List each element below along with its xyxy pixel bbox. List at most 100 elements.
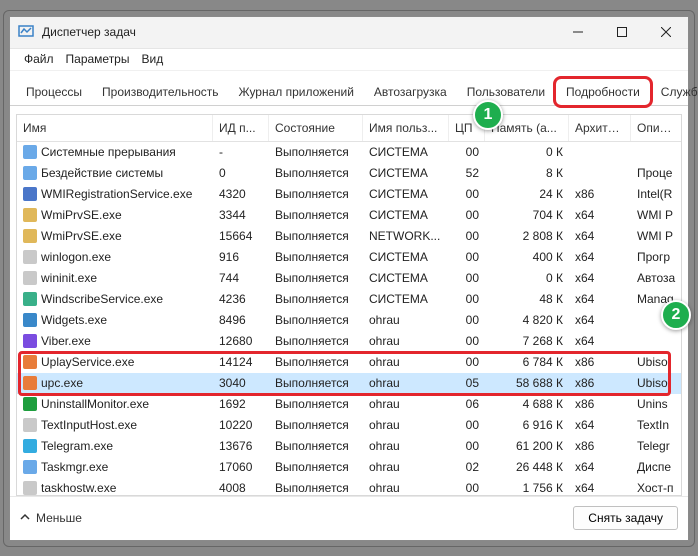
- process-icon: [23, 355, 37, 369]
- close-button[interactable]: [644, 16, 688, 48]
- cell-pid: 3344: [213, 208, 269, 222]
- table-row[interactable]: TextInputHost.exe10220Выполняетсяohrau00…: [17, 415, 681, 436]
- menu-options[interactable]: Параметры: [60, 52, 136, 66]
- menu-file[interactable]: Файл: [18, 52, 60, 66]
- cell-desc: Хост-п: [631, 481, 681, 495]
- cell-desc: Ubiso: [631, 355, 681, 369]
- cell-desc: WMI P: [631, 208, 681, 222]
- menubar: Файл Параметры Вид: [10, 49, 688, 71]
- table-row[interactable]: WindscribeService.exe4236ВыполняетсяСИСТ…: [17, 289, 681, 310]
- process-icon: [23, 376, 37, 390]
- table-row[interactable]: Taskmgr.exe17060Выполняетсяohrau0226 448…: [17, 457, 681, 478]
- cell-mem: 2 808 К: [485, 229, 569, 243]
- cell-mem: 4 688 К: [485, 397, 569, 411]
- process-icon: [23, 418, 37, 432]
- cell-pid: 0: [213, 166, 269, 180]
- process-icon: [23, 334, 37, 348]
- minimize-button[interactable]: [556, 16, 600, 48]
- tabs: Процессы Производительность Журнал прило…: [10, 71, 688, 106]
- table-row[interactable]: WmiPrvSE.exe3344ВыполняетсяСИСТЕМА00704 …: [17, 205, 681, 226]
- cell-arch: x64: [569, 229, 631, 243]
- fewer-details-button[interactable]: Меньше: [20, 511, 82, 525]
- annotation-badge-1: 1: [473, 100, 503, 130]
- tab-startup[interactable]: Автозагрузка: [364, 79, 457, 105]
- cell-arch: x86: [569, 355, 631, 369]
- cell-mem: 26 448 К: [485, 460, 569, 474]
- cell-pid: 1692: [213, 397, 269, 411]
- tab-services[interactable]: Службы: [651, 79, 698, 105]
- col-desc[interactable]: Описа...: [631, 115, 681, 141]
- tab-apphistory[interactable]: Журнал приложений: [229, 79, 364, 105]
- cell-cpu: 00: [449, 481, 485, 495]
- cell-mem: 6 784 К: [485, 355, 569, 369]
- cell-arch: x64: [569, 334, 631, 348]
- col-user[interactable]: Имя польз...: [363, 115, 449, 141]
- process-icon: [23, 166, 37, 180]
- process-name: WMIRegistrationService.exe: [41, 187, 192, 201]
- table-row[interactable]: Viber.exe12680Выполняетсяohrau007 268 Кx…: [17, 331, 681, 352]
- table-row[interactable]: UninstallMonitor.exe1692Выполняетсяohrau…: [17, 394, 681, 415]
- cell-desc: Автоза: [631, 271, 681, 285]
- cell-user: NETWORK...: [363, 229, 449, 243]
- col-status[interactable]: Состояние: [269, 115, 363, 141]
- cell-cpu: 00: [449, 187, 485, 201]
- cell-mem: 0 К: [485, 145, 569, 159]
- cell-status: Выполняется: [269, 418, 363, 432]
- process-name: TextInputHost.exe: [41, 418, 137, 432]
- cell-pid: 4008: [213, 481, 269, 495]
- table-row[interactable]: taskhostw.exe4008Выполняетсяohrau001 756…: [17, 478, 681, 495]
- table-row[interactable]: Telegram.exe13676Выполняетсяohrau0061 20…: [17, 436, 681, 457]
- cell-status: Выполняется: [269, 145, 363, 159]
- cell-status: Выполняется: [269, 229, 363, 243]
- table-row[interactable]: upc.exe3040Выполняетсяohrau0558 688 Кx86…: [17, 373, 681, 394]
- table-row[interactable]: Widgets.exe8496Выполняетсяohrau004 820 К…: [17, 310, 681, 331]
- process-icon: [23, 229, 37, 243]
- tab-details[interactable]: Подробности: [555, 78, 651, 106]
- maximize-button[interactable]: [600, 16, 644, 48]
- process-name: WindscribeService.exe: [41, 292, 163, 306]
- cell-user: ohrau: [363, 439, 449, 453]
- cell-mem: 6 916 К: [485, 418, 569, 432]
- cell-arch: x64: [569, 460, 631, 474]
- table-row[interactable]: Системные прерывания-ВыполняетсяСИСТЕМА0…: [17, 142, 681, 163]
- cell-status: Выполняется: [269, 439, 363, 453]
- cell-pid: 17060: [213, 460, 269, 474]
- col-arch[interactable]: Архите...: [569, 115, 631, 141]
- tab-users[interactable]: Пользователи: [457, 79, 555, 105]
- cell-user: ohrau: [363, 334, 449, 348]
- end-task-button[interactable]: Снять задачу: [573, 506, 678, 530]
- cell-arch: x86: [569, 439, 631, 453]
- process-table: Имя ИД п... Состояние Имя польз... ЦП Па…: [16, 114, 682, 496]
- tab-performance[interactable]: Производительность: [92, 79, 228, 105]
- table-row[interactable]: WmiPrvSE.exe15664ВыполняетсяNETWORK...00…: [17, 226, 681, 247]
- cell-status: Выполняется: [269, 397, 363, 411]
- table-row[interactable]: WMIRegistrationService.exe4320Выполняетс…: [17, 184, 681, 205]
- cell-status: Выполняется: [269, 334, 363, 348]
- cell-desc: TextIn: [631, 418, 681, 432]
- cell-user: СИСТЕМА: [363, 271, 449, 285]
- cell-user: СИСТЕМА: [363, 208, 449, 222]
- table-row[interactable]: wininit.exe744ВыполняетсяСИСТЕМА000 Кx64…: [17, 268, 681, 289]
- table-body[interactable]: Системные прерывания-ВыполняетсяСИСТЕМА0…: [17, 142, 681, 495]
- cell-status: Выполняется: [269, 313, 363, 327]
- col-pid[interactable]: ИД п...: [213, 115, 269, 141]
- titlebar[interactable]: Диспетчер задач: [10, 17, 688, 49]
- cell-user: СИСТЕМА: [363, 166, 449, 180]
- cell-arch: x64: [569, 313, 631, 327]
- cell-user: СИСТЕМА: [363, 250, 449, 264]
- cell-mem: 4 820 К: [485, 313, 569, 327]
- menu-view[interactable]: Вид: [135, 52, 169, 66]
- cell-status: Выполняется: [269, 250, 363, 264]
- cell-mem: 400 К: [485, 250, 569, 264]
- cell-pid: 13676: [213, 439, 269, 453]
- tab-processes[interactable]: Процессы: [16, 79, 92, 105]
- cell-cpu: 00: [449, 208, 485, 222]
- table-row[interactable]: winlogon.exe916ВыполняетсяСИСТЕМА00400 К…: [17, 247, 681, 268]
- cell-cpu: 00: [449, 229, 485, 243]
- process-icon: [23, 292, 37, 306]
- table-row[interactable]: UplayService.exe14124Выполняетсяohrau006…: [17, 352, 681, 373]
- col-name[interactable]: Имя: [17, 115, 213, 141]
- cell-pid: 12680: [213, 334, 269, 348]
- table-row[interactable]: Бездействие системы0ВыполняетсяСИСТЕМА52…: [17, 163, 681, 184]
- footer: Меньше Снять задачу: [10, 496, 688, 540]
